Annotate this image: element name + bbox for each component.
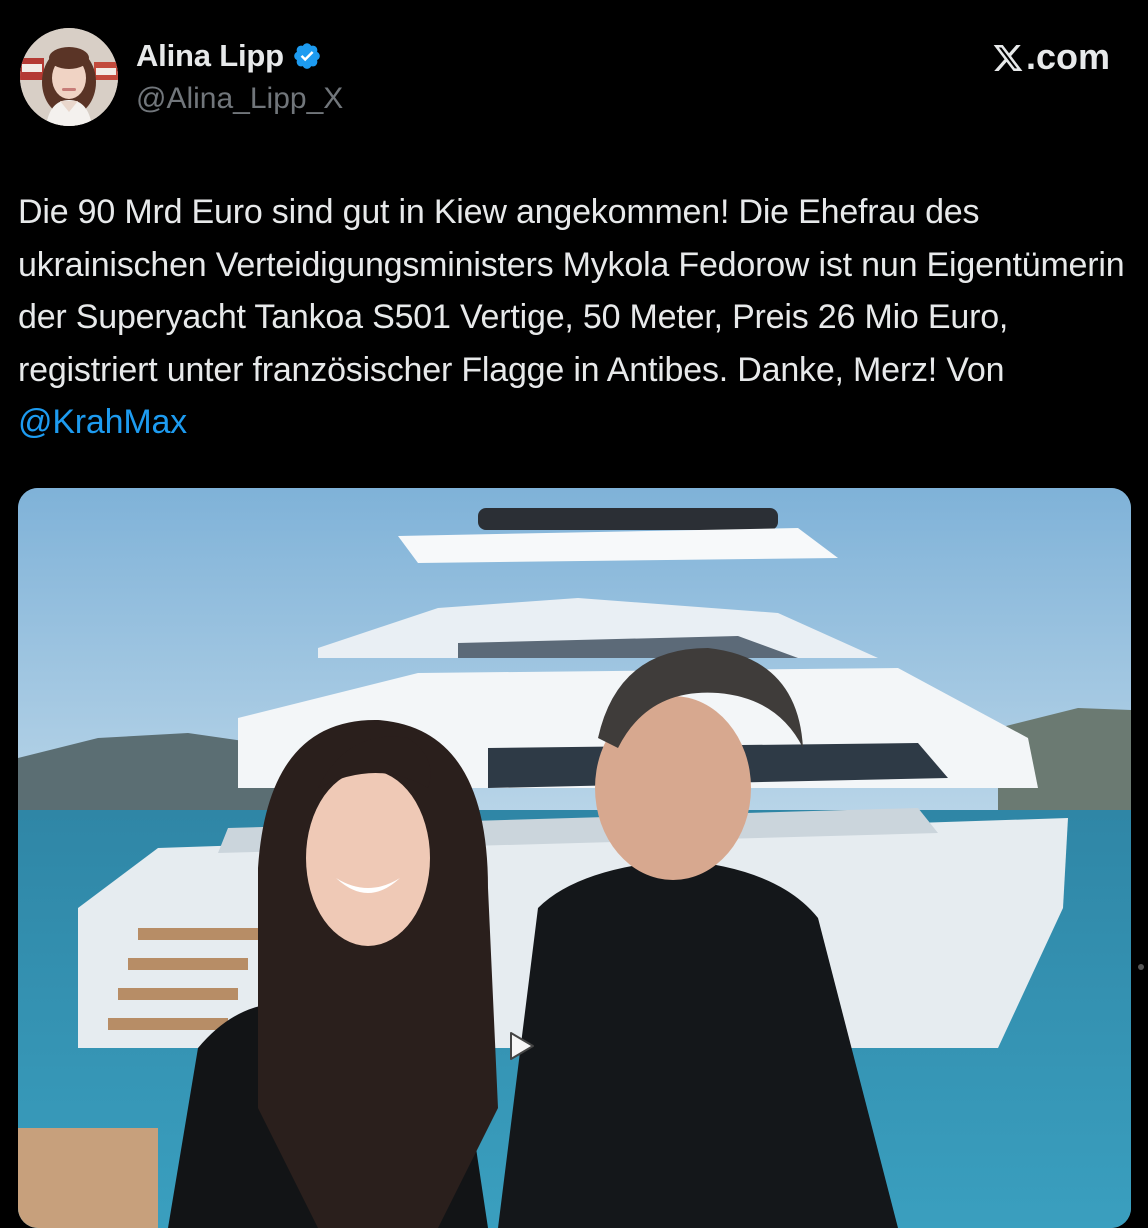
play-icon[interactable]	[508, 1030, 536, 1062]
x-logo-icon	[992, 41, 1024, 73]
verified-badge-icon	[292, 41, 322, 71]
avatar[interactable]	[20, 28, 118, 126]
x-brand-logo: .com	[992, 36, 1110, 78]
brand-text: .com	[1025, 36, 1110, 77]
tweet-text: Die 90 Mrd Euro sind gut in Kiew angekom…	[18, 193, 1125, 389]
mention-link[interactable]: @KrahMax	[18, 403, 187, 441]
author-display-name[interactable]: Alina Lipp	[136, 38, 284, 74]
tweet-body: Die 90 Mrd Euro sind gut in Kiew angekom…	[18, 186, 1128, 449]
tweet-media[interactable]	[18, 488, 1131, 1228]
scroll-indicator	[1138, 964, 1144, 970]
author-handle[interactable]: @Alina_Lipp_X	[136, 82, 343, 116]
author-name-row: Alina Lipp	[136, 38, 322, 74]
tweet-header: Alina Lipp @Alina_Lipp_X .com	[0, 0, 1148, 150]
